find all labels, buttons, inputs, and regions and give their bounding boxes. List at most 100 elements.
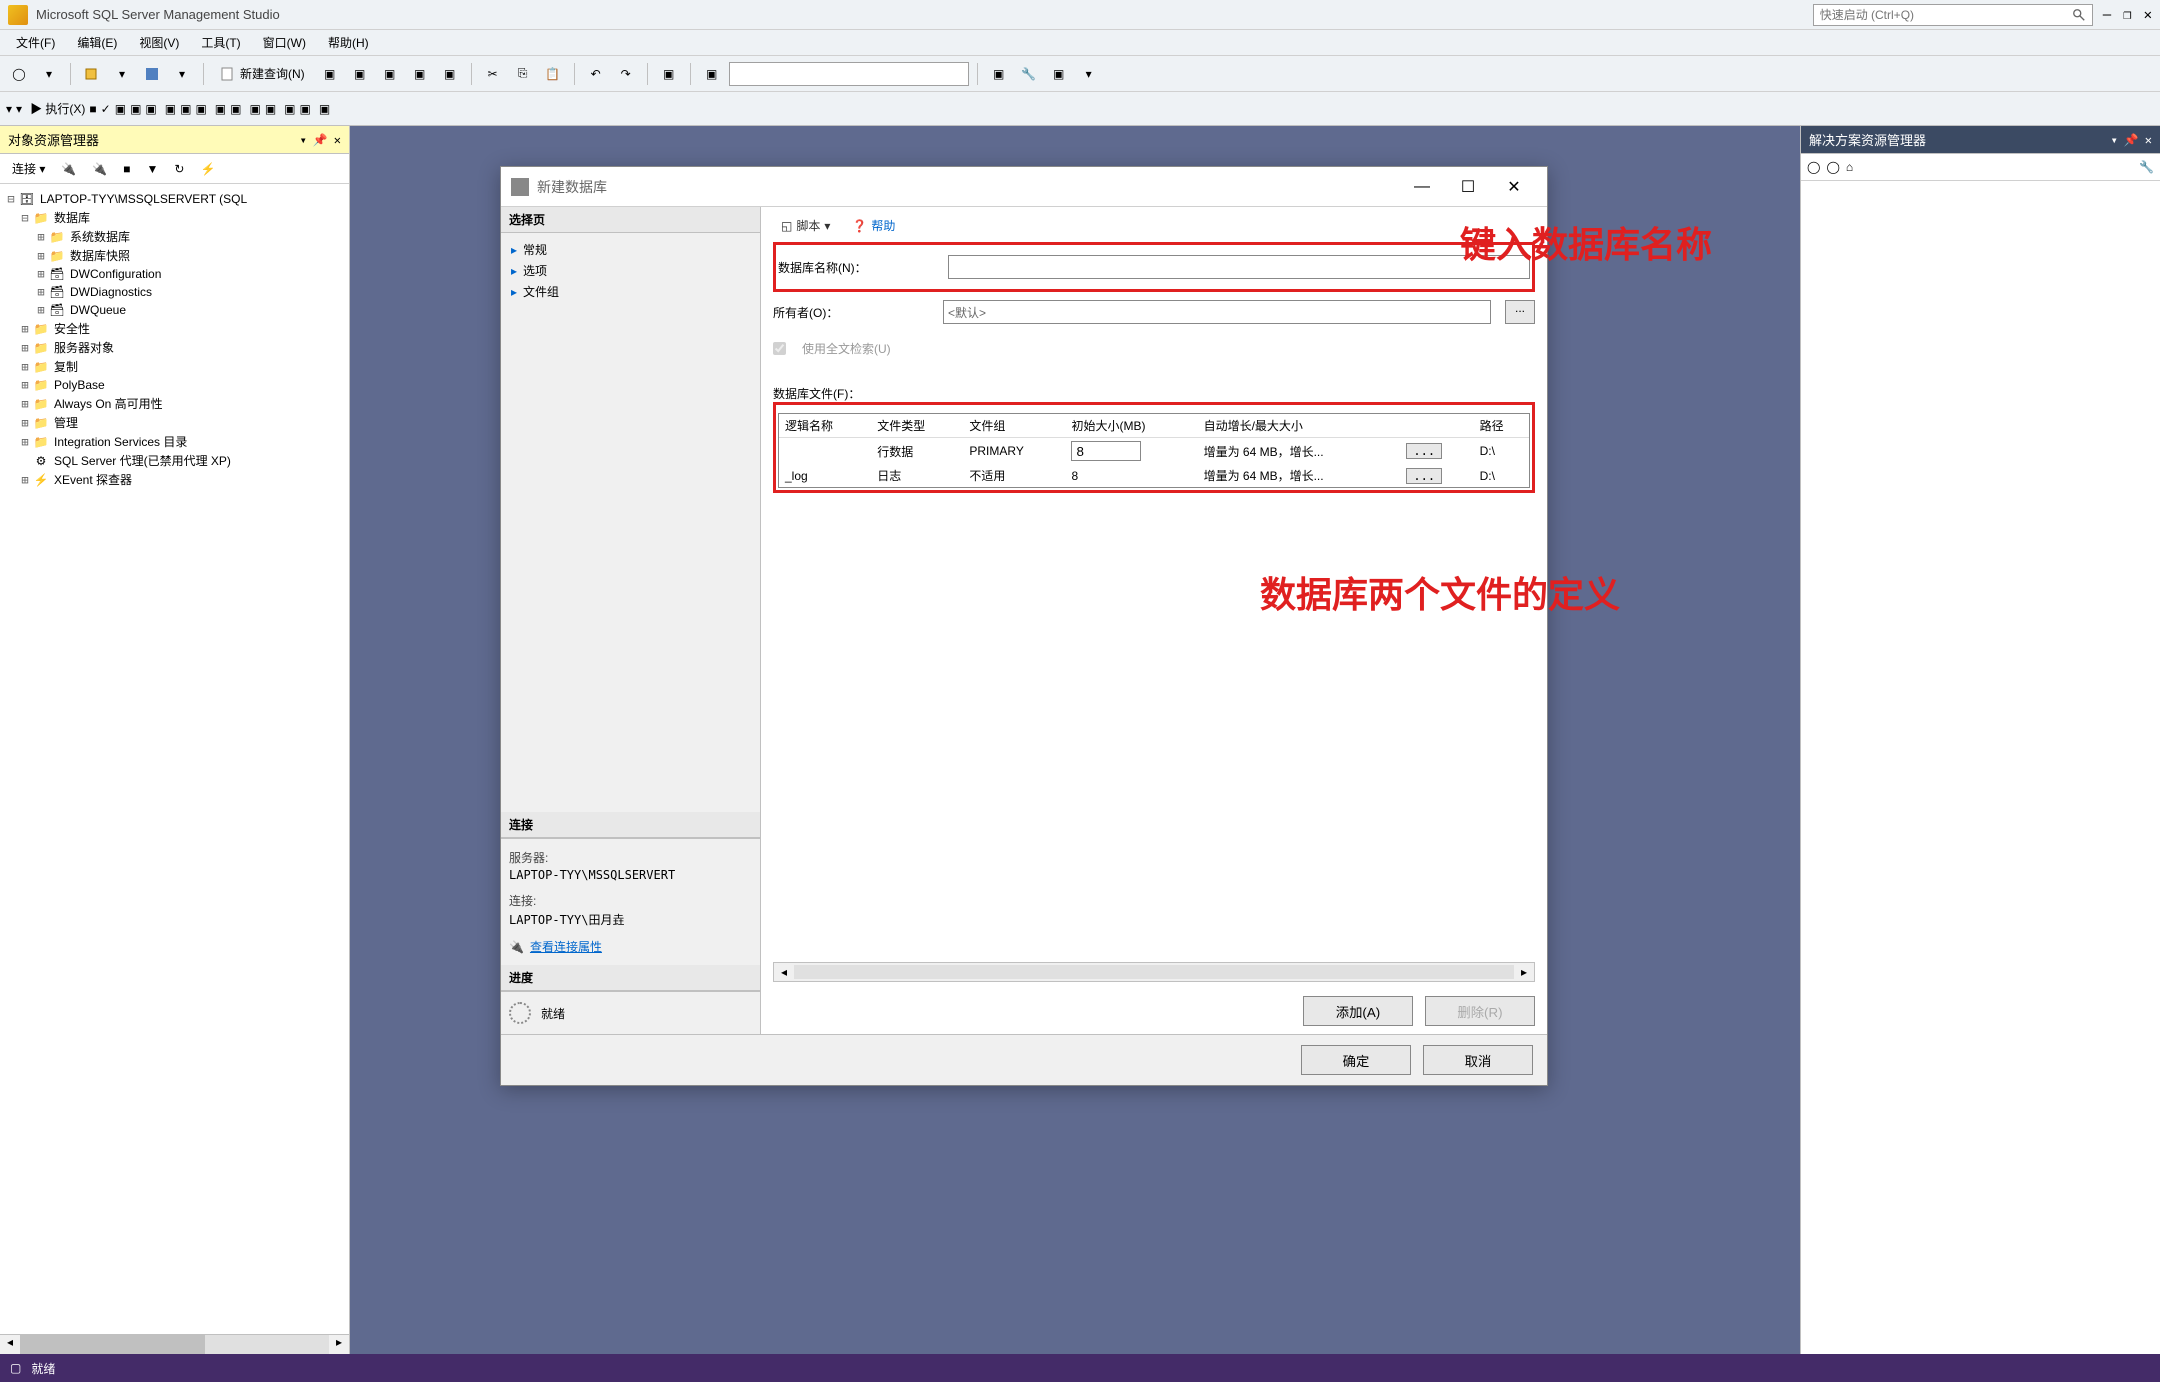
tree-snapshot[interactable]: ⊞📁数据库快照	[4, 246, 345, 265]
autogrow-btn-1[interactable]: ...	[1406, 468, 1442, 484]
tb2-15[interactable]: ▣	[319, 102, 330, 116]
menu-view[interactable]: 视图(V)	[129, 31, 189, 54]
tree-replication[interactable]: ⊞📁复制	[4, 357, 345, 376]
tree-dwdiag[interactable]: ⊞🗃DWDiagnostics	[4, 283, 345, 301]
view-conn-props-link[interactable]: 查看连接属性	[530, 938, 602, 955]
menu-file[interactable]: 文件(F)	[6, 31, 65, 54]
tb2-4[interactable]: ▣	[130, 102, 141, 116]
dialog-close[interactable]: ✕	[1491, 172, 1537, 202]
oe-tb-2[interactable]: 🔌	[86, 160, 113, 178]
tree-security[interactable]: ⊞📁安全性	[4, 319, 345, 338]
db-selector[interactable]	[729, 62, 969, 86]
menu-edit[interactable]: 编辑(E)	[67, 31, 127, 54]
tb-btn-10[interactable]: ▣	[1046, 61, 1072, 87]
tb2-8[interactable]: ▣	[195, 102, 206, 116]
tb-btn-8[interactable]: ▣	[986, 61, 1012, 87]
oe-tb-filter[interactable]: ▼	[141, 160, 165, 178]
menu-tools[interactable]: 工具(T)	[191, 31, 250, 54]
stop-button[interactable]: ■	[89, 102, 96, 116]
table-row[interactable]: 行数据 PRIMARY 增量为 64 MB，增长... ... D:\	[779, 438, 1529, 465]
tree-agent[interactable]: ⚙SQL Server 代理(已禁用代理 XP)	[4, 451, 345, 470]
dialog-minimize[interactable]: —	[1399, 172, 1445, 202]
panel-dropdown-icon[interactable]: ▾	[300, 133, 307, 147]
tb2-7[interactable]: ▣	[180, 102, 191, 116]
open-button[interactable]: ▾	[109, 61, 135, 87]
close-button[interactable]: ✕	[2144, 7, 2152, 23]
new-project-button[interactable]	[79, 61, 105, 87]
tb-btn-7[interactable]: ▣	[699, 61, 725, 87]
oe-tb-1[interactable]: 🔌	[55, 160, 82, 178]
col-filegroup[interactable]: 文件组	[963, 414, 1065, 438]
script-button[interactable]: ◱ 脚本 ▾	[773, 215, 838, 236]
oe-hscrollbar[interactable]: ◂▸	[0, 1334, 349, 1354]
add-file-button[interactable]: 添加(A)	[1303, 996, 1413, 1026]
tree-dwqueue[interactable]: ⊞🗃DWQueue	[4, 301, 345, 319]
maximize-button[interactable]: ❐	[2123, 7, 2131, 23]
panel-close-icon[interactable]: ✕	[334, 133, 341, 147]
tree-server-objects[interactable]: ⊞📁服务器对象	[4, 338, 345, 357]
tree-integration[interactable]: ⊞📁Integration Services 目录	[4, 432, 345, 451]
tb2-11[interactable]: ▣	[249, 102, 260, 116]
se-wrench-icon[interactable]: 🔧	[2139, 160, 2154, 174]
owner-dropdown[interactable]: <默认>	[943, 300, 1491, 324]
tree-dwconfig[interactable]: ⊞🗃DWConfiguration	[4, 265, 345, 283]
tree-databases[interactable]: ⊟📁数据库	[4, 208, 345, 227]
tb-btn-9[interactable]: 🔧	[1016, 61, 1042, 87]
table-row[interactable]: _log 日志 不适用 8 增量为 64 MB，增长... ... D:\	[779, 464, 1529, 487]
tb2-3[interactable]: ▣	[115, 102, 126, 116]
autogrow-btn-0[interactable]: ...	[1406, 443, 1442, 459]
initsize-input-0[interactable]	[1071, 441, 1141, 461]
tb2-10[interactable]: ▣	[230, 102, 241, 116]
dialog-maximize[interactable]: ☐	[1445, 172, 1491, 202]
minimize-button[interactable]: —	[2103, 7, 2111, 23]
page-options[interactable]: ▸选项	[507, 260, 754, 281]
help-button[interactable]: ❓ 帮助	[844, 215, 903, 236]
tb2-13[interactable]: ▣	[284, 102, 295, 116]
tb2-6[interactable]: ▣	[165, 102, 176, 116]
tree-xevent[interactable]: ⊞⚡XEvent 探查器	[4, 470, 345, 489]
panel-pin-icon[interactable]: 📌	[313, 133, 328, 147]
table-hscroll[interactable]: ◂▸	[773, 962, 1535, 982]
execute-button[interactable]: ▶ 执行(X)	[30, 100, 85, 117]
nav-fwd-button[interactable]: ▾	[36, 61, 62, 87]
tb-btn-6[interactable]: ▣	[656, 61, 682, 87]
tb-btn-3[interactable]: ▣	[377, 61, 403, 87]
col-autogrow[interactable]: 自动增长/最大大小	[1198, 414, 1401, 438]
tb-btn-5[interactable]: ▣	[437, 61, 463, 87]
col-filetype[interactable]: 文件类型	[871, 414, 963, 438]
tb-btn-1[interactable]: ▣	[317, 61, 343, 87]
se-dropdown-icon[interactable]: ▾	[2111, 133, 2118, 147]
connect-button[interactable]: 连接 ▾	[6, 158, 51, 179]
tree-server[interactable]: ⊟🗄LAPTOP-TYY\MSSQLSERVERT (SQL	[4, 190, 345, 208]
undo-button[interactable]: ↶	[583, 61, 609, 87]
tb-btn-4[interactable]: ▣	[407, 61, 433, 87]
owner-browse-button[interactable]: ...	[1505, 300, 1535, 324]
nav-back-button[interactable]: ◯	[6, 61, 32, 87]
tree-alwayson[interactable]: ⊞📁Always On 高可用性	[4, 394, 345, 413]
page-general[interactable]: ▸常规	[507, 239, 754, 260]
se-close-icon[interactable]: ✕	[2145, 133, 2152, 147]
menu-window[interactable]: 窗口(W)	[253, 31, 316, 54]
oe-tb-3[interactable]: ■	[117, 160, 136, 178]
cancel-button[interactable]: 取消	[1423, 1045, 1533, 1075]
tree-polybase[interactable]: ⊞📁PolyBase	[4, 376, 345, 394]
cut-button[interactable]: ✂	[480, 61, 506, 87]
parse-button[interactable]: ✓	[101, 102, 111, 116]
paste-button[interactable]: 📋	[540, 61, 566, 87]
col-logical[interactable]: 逻辑名称	[779, 414, 871, 438]
copy-button[interactable]: ⎘	[510, 61, 536, 87]
save-button[interactable]	[139, 61, 165, 87]
page-filegroups[interactable]: ▸文件组	[507, 281, 754, 302]
se-back-icon[interactable]: ◯	[1807, 160, 1820, 174]
tb2-9[interactable]: ▣	[215, 102, 226, 116]
col-initsize[interactable]: 初始大小(MB)	[1065, 414, 1197, 438]
new-query-button[interactable]: 新建查询(N)	[212, 61, 313, 87]
tb2-12[interactable]: ▣	[265, 102, 276, 116]
se-pin-icon[interactable]: 📌	[2124, 133, 2139, 147]
tree-sysdb[interactable]: ⊞📁系统数据库	[4, 227, 345, 246]
oe-tb-refresh[interactable]: ↻	[168, 160, 190, 178]
tree-management[interactable]: ⊞📁管理	[4, 413, 345, 432]
tb2-2[interactable]: ▾	[16, 102, 22, 116]
quick-launch-box[interactable]	[1813, 4, 2093, 26]
se-home-icon[interactable]: ⌂	[1846, 160, 1853, 174]
